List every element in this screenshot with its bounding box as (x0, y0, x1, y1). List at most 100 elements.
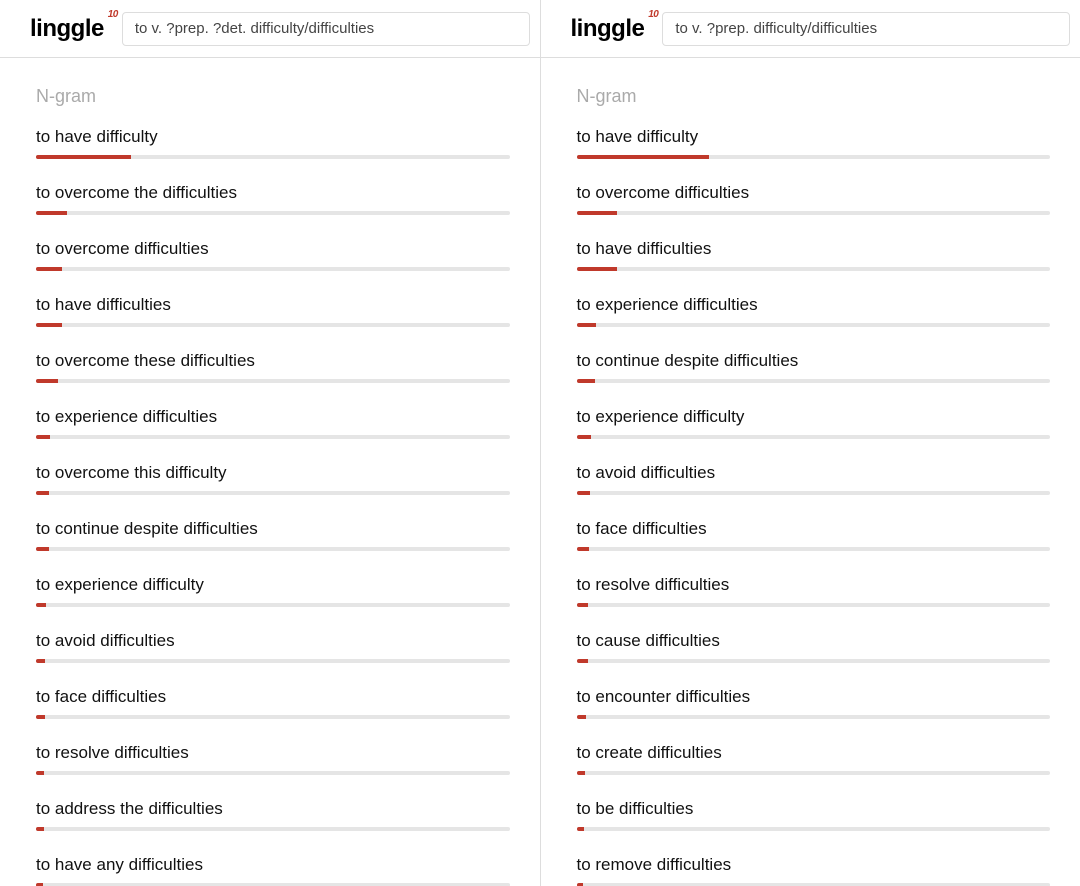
result-row[interactable]: to experience difficulties (577, 295, 1051, 327)
frequency-bar (577, 267, 1051, 271)
frequency-bar-fill (36, 491, 49, 495)
frequency-bar-fill (36, 827, 44, 831)
logo-text: linggle (30, 15, 104, 42)
logo-text: linggle (571, 15, 645, 42)
result-text: to overcome difficulties (36, 239, 510, 259)
frequency-bar-fill (577, 323, 597, 327)
frequency-bar (577, 379, 1051, 383)
result-text: to have difficulty (36, 127, 510, 147)
result-row[interactable]: to overcome the difficulties (36, 183, 510, 215)
result-list-right: to have difficulty to overcome difficulti… (577, 127, 1051, 886)
frequency-bar-fill (577, 715, 587, 719)
result-text: to overcome the difficulties (36, 183, 510, 203)
result-text: to overcome difficulties (577, 183, 1051, 203)
frequency-bar (36, 323, 510, 327)
frequency-bar-fill (36, 659, 45, 663)
frequency-bar-fill (36, 771, 44, 775)
frequency-bar (577, 155, 1051, 159)
result-text: to overcome these difficulties (36, 351, 510, 371)
frequency-bar-fill (577, 771, 585, 775)
result-text: to create difficulties (577, 743, 1051, 763)
frequency-bar-fill (577, 211, 617, 215)
frequency-bar (577, 659, 1051, 663)
frequency-bar-fill (36, 547, 49, 551)
logo[interactable]: linggle10 (571, 15, 645, 43)
frequency-bar (36, 771, 510, 775)
result-row[interactable]: to remove difficulties (577, 855, 1051, 886)
result-row[interactable]: to cause difficulties (577, 631, 1051, 663)
result-row[interactable]: to have any difficulties (36, 855, 510, 886)
result-row[interactable]: to continue despite difficulties (577, 351, 1051, 383)
frequency-bar (577, 603, 1051, 607)
frequency-bar (36, 435, 510, 439)
result-row[interactable]: to resolve difficulties (577, 575, 1051, 607)
result-row[interactable]: to experience difficulties (36, 407, 510, 439)
result-row[interactable]: to have difficulty (36, 127, 510, 159)
frequency-bar (577, 547, 1051, 551)
right-panel: linggle10 N-gram to have difficulty to ov… (541, 0, 1080, 886)
frequency-bar (577, 771, 1051, 775)
result-row[interactable]: to overcome this difficulty (36, 463, 510, 495)
result-text: to experience difficulties (577, 295, 1051, 315)
result-text: to avoid difficulties (36, 631, 510, 651)
frequency-bar-fill (577, 603, 589, 607)
result-text: to cause difficulties (577, 631, 1051, 651)
result-row[interactable]: to experience difficulty (36, 575, 510, 607)
frequency-bar (36, 659, 510, 663)
frequency-bar-fill (577, 827, 584, 831)
result-row[interactable]: to avoid difficulties (577, 463, 1051, 495)
result-row[interactable]: to continue despite difficulties (36, 519, 510, 551)
result-row[interactable]: to overcome these difficulties (36, 351, 510, 383)
left-panel: linggle10 N-gram to have difficultyto ov… (0, 0, 541, 886)
result-text: to face difficulties (36, 687, 510, 707)
frequency-bar (36, 827, 510, 831)
result-list-left: to have difficulty to overcome the diffic… (36, 127, 510, 886)
result-row[interactable]: to experience difficulty (577, 407, 1051, 439)
result-row[interactable]: to be difficulties (577, 799, 1051, 831)
result-text: to avoid difficulties (577, 463, 1051, 483)
result-text: to experience difficulty (577, 407, 1051, 427)
result-row[interactable]: to face difficulties (577, 519, 1051, 551)
result-row[interactable]: to have difficulty (577, 127, 1051, 159)
frequency-bar (577, 491, 1051, 495)
logo[interactable]: linggle10 (30, 15, 104, 43)
result-text: to resolve difficulties (36, 743, 510, 763)
result-row[interactable]: to resolve difficulties (36, 743, 510, 775)
result-row[interactable]: to have difficulties (577, 239, 1051, 271)
frequency-bar-fill (577, 379, 595, 383)
result-row[interactable]: to overcome difficulties (36, 239, 510, 271)
result-row[interactable]: to have difficulties (36, 295, 510, 327)
frequency-bar-fill (36, 379, 58, 383)
frequency-bar (577, 435, 1051, 439)
frequency-bar-fill (36, 211, 67, 215)
frequency-bar-fill (36, 155, 131, 159)
frequency-bar-fill (36, 267, 62, 271)
result-text: to address the difficulties (36, 799, 510, 819)
results-left: N-gram to have difficultyto overcome the… (0, 58, 540, 886)
frequency-bar (36, 379, 510, 383)
result-row[interactable]: to create difficulties (577, 743, 1051, 775)
result-text: to face difficulties (577, 519, 1051, 539)
result-text: to continue despite difficulties (577, 351, 1051, 371)
frequency-bar (577, 827, 1051, 831)
logo-sup: 10 (108, 9, 118, 20)
result-row[interactable]: to face difficulties (36, 687, 510, 719)
result-row[interactable]: to avoid difficulties (36, 631, 510, 663)
result-row[interactable]: to overcome difficulties (577, 183, 1051, 215)
search-input-left[interactable] (122, 12, 530, 46)
result-text: to resolve difficulties (577, 575, 1051, 595)
frequency-bar (36, 155, 510, 159)
result-text: to experience difficulty (36, 575, 510, 595)
frequency-bar (577, 323, 1051, 327)
section-label: N-gram (577, 86, 1051, 107)
result-text: to encounter difficulties (577, 687, 1051, 707)
result-text: to remove difficulties (577, 855, 1051, 875)
result-row[interactable]: to address the difficulties (36, 799, 510, 831)
frequency-bar (36, 715, 510, 719)
result-text: to have any difficulties (36, 855, 510, 875)
frequency-bar-fill (36, 435, 50, 439)
results-right: N-gram to have difficulty to overcome dif… (541, 58, 1080, 886)
search-input-right[interactable] (662, 12, 1070, 46)
result-text: to experience difficulties (36, 407, 510, 427)
result-row[interactable]: to encounter difficulties (577, 687, 1051, 719)
